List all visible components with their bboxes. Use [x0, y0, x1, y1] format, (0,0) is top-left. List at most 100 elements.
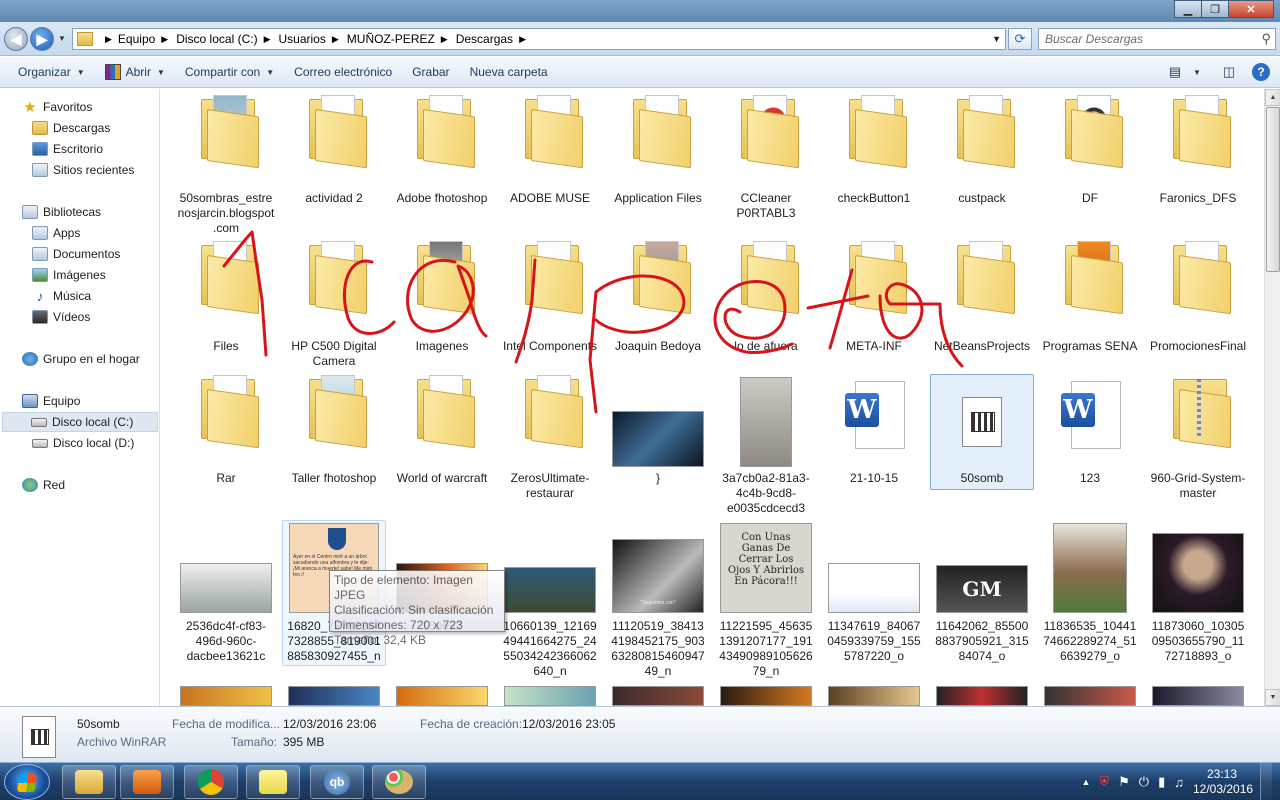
preview-pane-icon[interactable]: ◫: [1220, 64, 1238, 80]
sidebar-item-favorites[interactable]: ★ Favoritos: [22, 97, 92, 117]
show-desktop-button[interactable]: [1260, 763, 1272, 800]
breadcrumb-root-arrow[interactable]: ▶: [97, 29, 114, 49]
image-thumbnail[interactable]: [936, 686, 1028, 706]
list-item[interactable]: 960-Grid-System-master: [1149, 375, 1247, 500]
open-button[interactable]: Abrir ▼: [95, 57, 175, 87]
volume-icon[interactable]: ♫: [1174, 775, 1184, 790]
image-thumbnail[interactable]: [396, 686, 488, 706]
sidebar-item-recent[interactable]: Sitios recientes: [32, 160, 134, 180]
sidebar-item-apps[interactable]: Apps: [32, 223, 80, 243]
antivirus-icon[interactable]: ⛨: [1099, 774, 1109, 790]
taskbar-explorer[interactable]: [62, 765, 116, 799]
list-item[interactable]: Programas SENA: [1041, 241, 1139, 361]
help-icon[interactable]: ?: [1252, 63, 1270, 81]
vertical-scrollbar[interactable]: ▲ ▼: [1264, 89, 1280, 706]
breadcrumb-user[interactable]: MUÑOZ-PEREZ ▶: [343, 29, 452, 49]
maximize-button[interactable]: ❐: [1201, 0, 1229, 18]
scroll-down-button[interactable]: ▼: [1265, 689, 1280, 706]
breadcrumb-descargas[interactable]: Descargas ▶: [452, 29, 530, 49]
list-item[interactable]: NetBeansProjects: [933, 241, 1031, 361]
network-signal-icon[interactable]: ▮: [1158, 774, 1165, 790]
change-view-icon[interactable]: ▤: [1166, 64, 1184, 80]
start-button[interactable]: [4, 764, 50, 800]
list-item[interactable]: ZerosUltimate-restaurar: [501, 375, 599, 500]
sidebar-item-drive-c[interactable]: Disco local (C:): [2, 412, 158, 432]
image-thumbnail[interactable]: [612, 686, 704, 706]
list-item[interactable]: custpack: [933, 95, 1031, 215]
image-thumbnail[interactable]: [180, 686, 272, 706]
list-item[interactable]: checkButton1: [825, 95, 923, 215]
list-item[interactable]: ADOBE MUSE: [501, 95, 599, 215]
sidebar-item-network[interactable]: Red: [22, 475, 65, 495]
list-item[interactable]: Joaquin Bedoya: [609, 241, 707, 361]
list-item[interactable]: Application Files: [609, 95, 707, 215]
breadcrumb-disco-c[interactable]: Disco local (C:) ▶: [172, 29, 274, 49]
sidebar-item-music[interactable]: ♪ Música: [32, 286, 92, 306]
clock[interactable]: 23:13 12/03/2016: [1193, 767, 1253, 797]
new-folder-button[interactable]: Nueva carpeta: [460, 57, 558, 87]
sidebar-item-videos[interactable]: Vídeos: [32, 307, 90, 327]
taskbar-sticky-notes[interactable]: [246, 765, 300, 799]
sidebar-item-downloads[interactable]: Descargas: [32, 118, 110, 138]
list-item[interactable]: Imagenes: [393, 241, 491, 361]
list-item[interactable]: Intel Components: [501, 241, 599, 361]
taskbar-paint[interactable]: [372, 765, 426, 799]
list-item[interactable]: W 21-10-15: [825, 375, 923, 495]
address-bar[interactable]: ▶ Equipo ▶ Disco local (C:) ▶ Usuarios ▶ MU…: [72, 28, 1006, 50]
image-thumbnail[interactable]: [720, 686, 812, 706]
list-item[interactable]: "Seguimos con" 11120519_384134198452175_…: [609, 523, 707, 678]
list-item[interactable]: actividad 2: [285, 95, 383, 215]
list-item[interactable]: Taller fhotoshop: [285, 375, 383, 495]
image-thumbnail[interactable]: [288, 686, 380, 706]
scroll-thumb[interactable]: [1266, 107, 1280, 272]
image-thumbnail[interactable]: [828, 686, 920, 706]
breadcrumb-usuarios[interactable]: Usuarios ▶: [275, 29, 343, 49]
close-button[interactable]: ✕: [1228, 0, 1274, 18]
taskbar-media-player[interactable]: [120, 765, 174, 799]
sidebar-item-homegroup[interactable]: Grupo en el hogar: [22, 349, 140, 369]
list-item[interactable]: 10660139_1216949441664275_24550342423660…: [501, 523, 599, 678]
share-button[interactable]: Compartir con ▼: [175, 57, 284, 87]
back-button[interactable]: ◀: [4, 27, 28, 51]
list-item[interactable]: Rar: [177, 375, 275, 495]
sidebar-item-libraries[interactable]: Bibliotecas: [22, 202, 101, 222]
list-item[interactable]: PromocionesFinal: [1149, 241, 1247, 361]
sidebar-item-documents[interactable]: Documentos: [32, 244, 120, 264]
minimize-button[interactable]: ▁: [1174, 0, 1202, 18]
view-dropdown-icon[interactable]: ▼: [1188, 64, 1206, 80]
search-input[interactable]: Buscar Descargas ⚲: [1038, 28, 1276, 50]
flag-icon[interactable]: ⚑: [1118, 774, 1130, 790]
sidebar-item-desktop[interactable]: Escritorio: [32, 139, 103, 159]
forward-button[interactable]: ▶: [30, 27, 54, 51]
list-item[interactable]: GM 11642062_855008837905921_31584074_o: [933, 523, 1031, 673]
list-item[interactable]: 3a7cb0a2-81a3-4c4b-9cd8-e0035cdcecd3: [717, 375, 815, 515]
list-item[interactable]: 11836535_1044174662289274_516639279_o: [1041, 523, 1139, 673]
show-hidden-icons[interactable]: ▲: [1081, 777, 1090, 787]
list-item[interactable]: 11347619_840670459339759_1555787220_o: [825, 523, 923, 673]
list-item[interactable]: Faronics_DFS: [1149, 95, 1247, 215]
sidebar-item-computer[interactable]: Equipo: [22, 391, 80, 411]
image-thumbnail[interactable]: [1152, 686, 1244, 706]
breadcrumb-equipo[interactable]: Equipo ▶: [114, 29, 172, 49]
list-item[interactable]: 50sombras_estrenosjarcin.blogspot.com: [177, 95, 275, 235]
taskbar-qb-app[interactable]: qb: [310, 765, 364, 799]
burn-button[interactable]: Grabar: [402, 57, 459, 87]
recent-pages-dropdown[interactable]: ▼: [58, 34, 66, 43]
list-item[interactable]: 2536dc4f-cf83-496d-960c-dacbee13621c: [177, 523, 275, 673]
taskbar-chrome[interactable]: [184, 765, 238, 799]
list-item[interactable]: }: [609, 375, 707, 495]
list-item[interactable]: 50somb: [933, 375, 1031, 495]
sidebar-item-images[interactable]: Imágenes: [32, 265, 106, 285]
list-item[interactable]: Adobe fhotoshop: [393, 95, 491, 215]
list-item[interactable]: World of warcraft: [393, 375, 491, 495]
list-item[interactable]: HP C500 Digital Camera: [285, 241, 383, 368]
scroll-up-button[interactable]: ▲: [1265, 89, 1280, 106]
list-item[interactable]: CCleaner P0RTABL3: [717, 95, 815, 225]
list-item[interactable]: DF: [1041, 95, 1139, 215]
list-item[interactable]: META-INF: [825, 241, 923, 361]
list-item[interactable]: Files: [177, 241, 275, 361]
organize-button[interactable]: Organizar ▼: [0, 57, 95, 87]
email-button[interactable]: Correo electrónico: [284, 57, 402, 87]
refresh-button[interactable]: ⟳: [1008, 28, 1032, 50]
list-item[interactable]: lo de afuera: [717, 241, 815, 361]
